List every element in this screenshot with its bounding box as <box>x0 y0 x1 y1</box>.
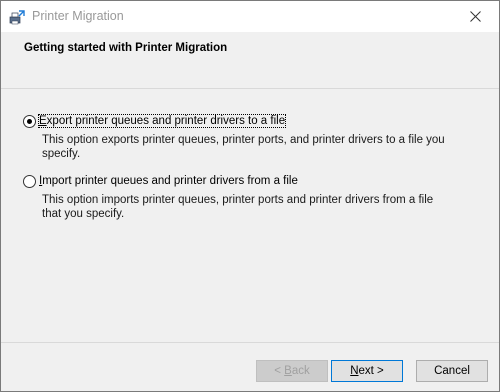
export-radio[interactable] <box>23 115 36 128</box>
close-button[interactable] <box>453 1 499 32</box>
wizard-footer: < Back Next > Cancel <box>1 343 499 391</box>
import-radio[interactable] <box>23 175 36 188</box>
wizard-header: Getting started with Printer Migration <box>1 32 499 88</box>
title-bar: Printer Migration <box>1 1 499 32</box>
back-button[interactable]: < Back <box>256 360 328 382</box>
close-icon <box>470 11 481 22</box>
radio-selected-dot <box>27 119 32 124</box>
page-title: Getting started with Printer Migration <box>24 42 228 54</box>
wizard-content: Export printer queues and printer driver… <box>1 89 499 342</box>
import-option-label[interactable]: Import printer queues and printer driver… <box>39 175 298 187</box>
printer-migration-window: Printer Migration Getting started with P… <box>0 0 500 392</box>
printer-migration-icon <box>9 9 25 25</box>
import-option-description: This option imports printer queues, prin… <box>42 194 434 220</box>
next-button[interactable]: Next > <box>331 360 403 382</box>
export-option-label[interactable]: Export printer queues and printer driver… <box>37 114 287 128</box>
cancel-button[interactable]: Cancel <box>416 360 488 382</box>
window-title: Printer Migration <box>32 9 124 23</box>
export-option-description: This option exports printer queues, prin… <box>42 134 445 160</box>
